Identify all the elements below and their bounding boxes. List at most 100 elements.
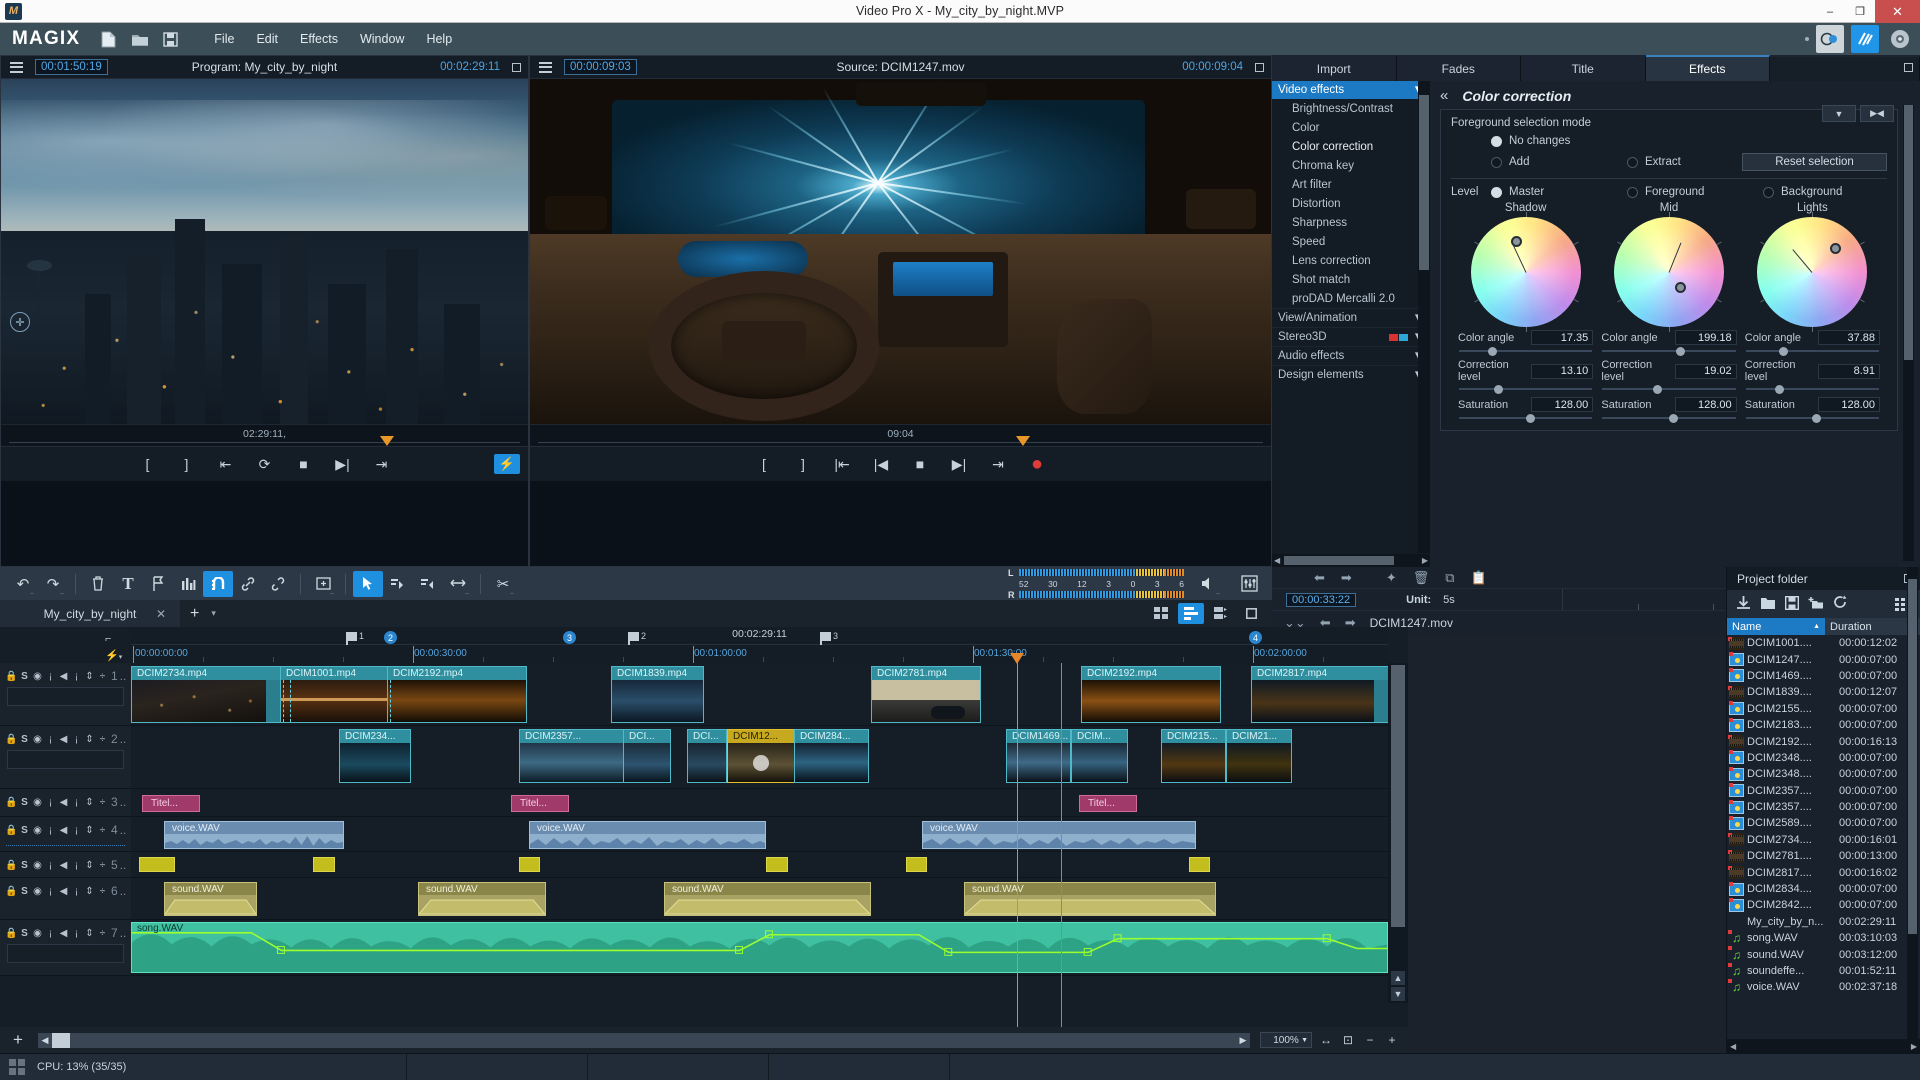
sfx-block-6[interactable] — [1189, 857, 1210, 872]
lock-icon[interactable]: 🔒 — [5, 734, 18, 745]
sfx-block-3[interactable] — [519, 857, 540, 872]
clip-t2-2[interactable]: DCIM2357... — [519, 729, 624, 783]
color-correction-scrollbar[interactable] — [1903, 105, 1914, 561]
source-video-preview[interactable] — [530, 79, 1271, 424]
play-button[interactable]: ▶| — [948, 454, 970, 474]
record-icon[interactable]: ● — [1026, 453, 1048, 475]
eye-icon[interactable]: ◉ — [31, 797, 44, 808]
scroll-left-icon[interactable]: ◀ — [38, 1035, 52, 1046]
info2-icon[interactable]: ¡ — [70, 797, 83, 808]
import-icon[interactable] — [1736, 595, 1751, 613]
stop-button[interactable]: ■ — [909, 454, 931, 474]
maximize-timeline-icon[interactable] — [1238, 603, 1264, 624]
clip-t2-5-selected[interactable]: DCIM12... — [727, 729, 795, 783]
voice-clip-3[interactable]: voice.WAV — [922, 821, 1196, 849]
scroll-up-icon[interactable]: ▲ — [1391, 971, 1405, 985]
wheel-handle-shadow[interactable] — [1510, 236, 1522, 247]
loop-button[interactable]: ⟳ — [254, 454, 276, 474]
scrollbar-thumb[interactable] — [52, 1032, 70, 1048]
timeline-secondary-marker[interactable] — [1061, 663, 1062, 1027]
unit-value[interactable]: 5s — [1443, 594, 1455, 606]
effects-group-view-animation[interactable]: View/Animation ▼ — [1272, 308, 1430, 327]
info2-icon[interactable]: ¡ — [70, 825, 83, 836]
effects-category-video[interactable]: Video effects ▼ — [1272, 81, 1430, 99]
cut-scissors-icon[interactable]: ✂.. — [488, 571, 518, 597]
zoom-level-value[interactable]: 100% ▼ — [1260, 1032, 1312, 1048]
save-disk-icon[interactable] — [160, 29, 181, 50]
effect-color[interactable]: Color — [1272, 118, 1430, 137]
clip-dcim2192-a[interactable]: DCIM2192.mp4 — [387, 666, 527, 723]
scrollbar-thumb[interactable] — [1904, 105, 1913, 360]
lock-icon[interactable]: 🔒 — [5, 928, 18, 939]
speaker-icon[interactable]: ◀ — [57, 928, 70, 939]
clip-dcim1001[interactable]: DCIM1001.mp4 — [280, 666, 394, 723]
mark-out-button[interactable]: ] — [792, 454, 814, 474]
unlink-icon[interactable] — [263, 571, 293, 597]
lock-icon[interactable]: 🔒 — [5, 886, 18, 897]
radio-background[interactable] — [1763, 186, 1774, 198]
title-icon[interactable]: T — [113, 571, 143, 597]
scroll-left-icon[interactable]: ◀ — [1274, 556, 1280, 565]
effects-group-design-elements[interactable]: Design elements ▼ — [1272, 365, 1430, 384]
effect-shot-match[interactable]: Shot match — [1272, 270, 1430, 289]
project-file-row[interactable]: ♫ sound.WAV 00:03:12:00 — [1727, 946, 1920, 962]
project-file-row[interactable]: DCIM1469.... 00:00:07:00 — [1727, 668, 1920, 684]
tab-import[interactable]: Import — [1272, 55, 1397, 81]
scroll-down-icon[interactable]: ▼ — [1391, 987, 1405, 1001]
chevron-down-icon[interactable]: ▾ — [211, 608, 216, 619]
project-file-row[interactable]: DCIM2183.... 00:00:07:00 — [1727, 717, 1920, 733]
timeline-playhead[interactable] — [1010, 653, 1024, 1027]
scroll-right-icon[interactable]: ▶ — [1911, 1042, 1917, 1051]
slider-correction-level-shadow[interactable] — [1459, 384, 1593, 394]
undo-icon[interactable]: ↶.. — [8, 571, 38, 597]
project-file-row[interactable]: DCIM2357.... 00:00:07:00 — [1727, 783, 1920, 799]
param-value[interactable]: 19.02 — [1674, 363, 1737, 379]
eye-icon[interactable]: ◉ — [31, 734, 44, 745]
mixer-icon[interactable] — [1234, 571, 1264, 597]
timeline-vscrollbar[interactable]: ▲ ▼ — [1388, 663, 1408, 1003]
tab-title[interactable]: Title — [1521, 55, 1646, 81]
project-folder-vscrollbar[interactable] — [1907, 567, 1918, 1053]
height-icon[interactable]: ⇕ — [83, 671, 96, 682]
lightning-icon[interactable]: ⚡ — [494, 454, 520, 474]
storyboard-view-icon[interactable] — [1148, 603, 1174, 624]
maximize-button[interactable]: ❐ — [1845, 0, 1875, 23]
co-badge-icon[interactable] — [1816, 25, 1844, 53]
paste-icon[interactable]: 📋 — [1471, 570, 1487, 586]
project-file-row[interactable]: DCIM2348.... 00:00:07:00 — [1727, 750, 1920, 766]
effect-speed[interactable]: Speed — [1272, 232, 1430, 251]
param-value[interactable]: 128.00 — [1817, 397, 1880, 412]
height-icon[interactable]: ⇕ — [83, 860, 96, 871]
menu-edit[interactable]: Edit — [245, 29, 289, 49]
effect-distortion[interactable]: Distortion — [1272, 194, 1430, 213]
scrollbar-thumb[interactable] — [1391, 665, 1405, 927]
scrub-playhead[interactable] — [1016, 436, 1030, 446]
info-icon[interactable]: ¡ — [44, 825, 57, 836]
eye-icon[interactable]: ◉ — [31, 928, 44, 939]
close-button[interactable]: ✕ — [1875, 0, 1920, 23]
slider-saturation-shadow[interactable] — [1459, 413, 1593, 423]
zoom-in-icon[interactable]: + — [1384, 1033, 1400, 1047]
lock-icon[interactable]: 🔒 — [5, 797, 18, 808]
split-icon[interactable]: ÷ — [96, 928, 109, 939]
minimize-button[interactable]: – — [1815, 0, 1845, 23]
effects-tree-hscrollbar[interactable]: ◀ ▶ — [1272, 554, 1430, 567]
song-clip[interactable]: song.WAV — [131, 922, 1388, 973]
to-start-button[interactable]: |⇤ — [831, 454, 853, 474]
slider-color-angle-mid[interactable] — [1602, 346, 1736, 356]
track-2-name-field[interactable] — [7, 750, 124, 769]
arrow-right-icon[interactable]: ➡ — [1341, 570, 1352, 586]
add-track-button[interactable]: + — [0, 1030, 36, 1050]
project-file-row[interactable]: DCIM2817.... 00:00:16:02 — [1727, 864, 1920, 880]
chapter-marker-3[interactable]: 3 — [563, 631, 576, 644]
clip-t2-4[interactable]: DCI... — [687, 729, 727, 783]
chevron-down-icon[interactable]: ▼ — [1822, 105, 1856, 122]
effects-group-stereo3d[interactable]: Stereo3D ▼ — [1272, 327, 1430, 346]
project-file-row[interactable]: DCIM2781.... 00:00:13:00 — [1727, 848, 1920, 864]
marker-flag-2[interactable]: 2 — [628, 631, 646, 645]
timeline-ruler[interactable]: 00:02:29:11 00:00:00:00 00:00:30:00 00:0… — [131, 627, 1388, 663]
sound-clip-4[interactable]: sound.WAV — [964, 882, 1216, 916]
effect-art-filter[interactable]: Art filter — [1272, 175, 1430, 194]
keyframe-timecode[interactable]: 00:00:33:22 — [1286, 592, 1357, 607]
chevron-down-icon[interactable]: ▼ — [1301, 1037, 1308, 1044]
